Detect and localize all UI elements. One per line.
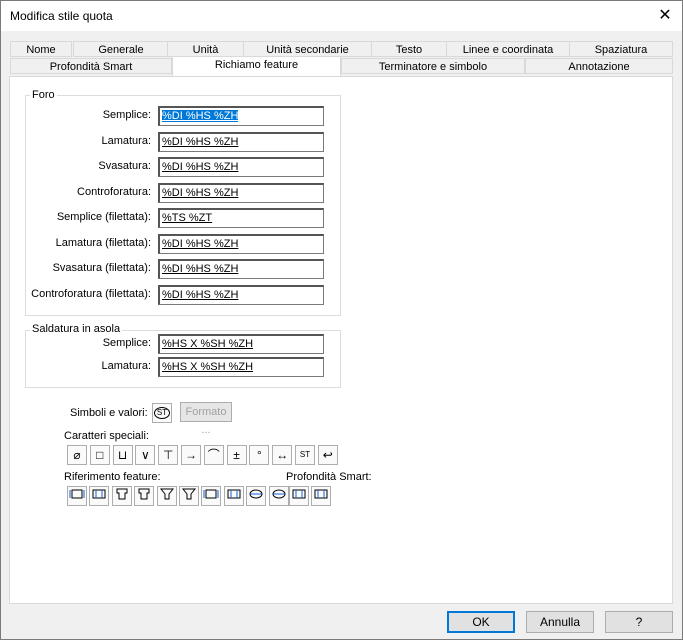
profondita-label: Profondità Smart: bbox=[286, 471, 372, 483]
feature-ref-icon[interactable] bbox=[246, 486, 267, 506]
field-label: Lamatura (filettata): bbox=[55, 236, 151, 249]
tab-profondit-smart[interactable]: Profondità Smart bbox=[10, 58, 172, 74]
feature-ref-glyph bbox=[116, 488, 128, 500]
format-input[interactable]: %DI %HS %ZH bbox=[158, 182, 324, 203]
tab-panel-richiamo-feature: Foro Semplice: %DI %HS %ZH Lamatura: %DI %H… bbox=[9, 76, 673, 604]
format-value: %DI %HS %ZH bbox=[162, 110, 239, 122]
caratteri-label: Caratteri speciali: bbox=[64, 430, 149, 442]
tab-generale[interactable]: Generale bbox=[73, 41, 169, 57]
ok-button[interactable]: OK bbox=[447, 611, 515, 633]
special-char-button[interactable]: ⌀ bbox=[67, 445, 87, 465]
special-char-button[interactable]: ⊤ bbox=[158, 445, 179, 465]
cancel-button[interactable]: Annulla bbox=[526, 611, 594, 633]
field-label: Semplice (filettata): bbox=[56, 211, 151, 223]
special-char-button[interactable]: ∨ bbox=[135, 445, 156, 465]
special-char-button[interactable]: ST bbox=[295, 445, 315, 465]
st-glyph: ST bbox=[154, 407, 170, 419]
window-title: Modifica stile quota bbox=[10, 9, 113, 23]
tab-linee-e-coordinata[interactable]: Linee e coordinata bbox=[446, 41, 570, 57]
tab-unit-secondarie[interactable]: Unità secondarie bbox=[243, 41, 372, 57]
feature-ref-glyph bbox=[249, 489, 263, 499]
feature-ref-icon[interactable] bbox=[156, 486, 177, 506]
depth-glyph bbox=[292, 489, 306, 499]
tab-richiamo-feature[interactable]: Richiamo feature bbox=[172, 56, 341, 76]
group-foro-title: Foro bbox=[30, 89, 57, 101]
format-value: %HS X %SH %ZH bbox=[162, 338, 254, 350]
field-label: Lamatura: bbox=[101, 360, 151, 372]
format-value: %DI %HS %ZH bbox=[162, 161, 239, 173]
format-value: %DI %HS %ZH bbox=[162, 237, 239, 250]
format-input[interactable]: %DI %HS %ZH bbox=[158, 284, 324, 305]
format-input[interactable]: %HS X %SH %ZH bbox=[158, 357, 324, 377]
field-label: Svasatura (filettata): bbox=[52, 262, 151, 274]
group-asola-title: Saldatura in asola bbox=[30, 323, 123, 335]
format-input[interactable]: %HS X %SH %ZH bbox=[158, 334, 324, 354]
feature-ref-glyph bbox=[159, 488, 174, 500]
format-input[interactable]: %DI %HS %ZH bbox=[158, 259, 324, 279]
depth-glyph bbox=[314, 489, 328, 499]
tab-nome[interactable]: Nome bbox=[10, 41, 72, 57]
title-bar: Modifica stile quota ✕ bbox=[1, 1, 682, 31]
format-input[interactable]: %DI %HS %ZH bbox=[158, 233, 324, 254]
feature-ref-glyph bbox=[203, 489, 219, 499]
symbol-value-icon[interactable]: ST bbox=[152, 403, 172, 423]
format-input[interactable]: %TS %ZT bbox=[158, 208, 324, 228]
dialog-window: Modifica stile quota ✕ Nome Generale Unità… bbox=[0, 0, 683, 640]
special-char-button[interactable]: ⊔ bbox=[112, 445, 133, 465]
feature-ref-glyph bbox=[138, 488, 150, 500]
format-value: %TS %ZT bbox=[162, 212, 213, 224]
feature-ref-icon[interactable] bbox=[89, 486, 110, 506]
format-input[interactable]: %DI %HS %ZH bbox=[158, 157, 324, 177]
feature-ref-glyph bbox=[69, 489, 85, 499]
special-char-button[interactable]: ° bbox=[249, 445, 270, 465]
special-char-button[interactable]: ↔ bbox=[272, 445, 293, 465]
format-input[interactable]: %DI %HS %ZH bbox=[158, 131, 324, 152]
feature-ref-icon[interactable] bbox=[67, 486, 87, 506]
format-value: %DI %HS %ZH bbox=[162, 186, 239, 199]
feature-ref-icon[interactable] bbox=[268, 486, 289, 506]
smart-depth-icon[interactable] bbox=[311, 486, 332, 506]
feature-ref-glyph bbox=[227, 489, 241, 499]
format-value: %DI %HS %ZH bbox=[162, 288, 239, 301]
feature-ref-icon[interactable] bbox=[134, 486, 155, 506]
field-label: Controforatura (filettata): bbox=[31, 287, 151, 300]
field-label: Lamatura: bbox=[101, 134, 151, 147]
special-char-button[interactable]: ± bbox=[226, 445, 247, 465]
field-label: Controforatura: bbox=[77, 185, 151, 198]
format-value: %HS X %SH %ZH bbox=[162, 361, 254, 373]
tab-terminatore-e-simbolo[interactable]: Terminatore e simbolo bbox=[341, 58, 525, 74]
special-char-button[interactable]: □ bbox=[89, 445, 110, 465]
simboli-label: Simboli e valori: bbox=[70, 407, 148, 419]
feature-ref-icon[interactable] bbox=[179, 486, 199, 506]
smart-depth-icon[interactable] bbox=[289, 486, 309, 506]
tab-unit-[interactable]: Unità bbox=[167, 41, 244, 57]
tab-annotazione[interactable]: Annotazione bbox=[525, 58, 673, 74]
format-input[interactable]: %DI %HS %ZH bbox=[158, 106, 324, 126]
tab-testo[interactable]: Testo bbox=[371, 41, 447, 57]
group-foro bbox=[25, 95, 341, 316]
special-char-button[interactable]: ⌒ bbox=[203, 445, 224, 465]
feature-ref-icon[interactable] bbox=[201, 486, 222, 506]
close-icon[interactable]: ✕ bbox=[652, 3, 678, 29]
feature-ref-glyph bbox=[272, 489, 286, 499]
feature-ref-icon[interactable] bbox=[111, 486, 132, 506]
formato-button[interactable]: Formato ... bbox=[180, 402, 232, 436]
format-value: %DI %HS %ZH bbox=[162, 263, 239, 275]
feature-ref-glyph bbox=[92, 489, 106, 499]
field-label: Svasatura: bbox=[98, 160, 151, 172]
special-char-button[interactable]: → bbox=[181, 445, 201, 465]
riferimento-label: Riferimento feature: bbox=[64, 471, 161, 483]
format-value: %DI %HS %ZH bbox=[162, 135, 239, 148]
feature-ref-glyph bbox=[181, 488, 197, 500]
help-button[interactable]: ? bbox=[605, 611, 673, 633]
field-label: Semplice: bbox=[102, 337, 151, 349]
special-char-button[interactable]: ↩ bbox=[317, 445, 338, 465]
feature-ref-icon[interactable] bbox=[223, 486, 244, 506]
field-label: Semplice: bbox=[102, 109, 151, 121]
tab-spaziatura[interactable]: Spaziatura bbox=[569, 41, 673, 57]
